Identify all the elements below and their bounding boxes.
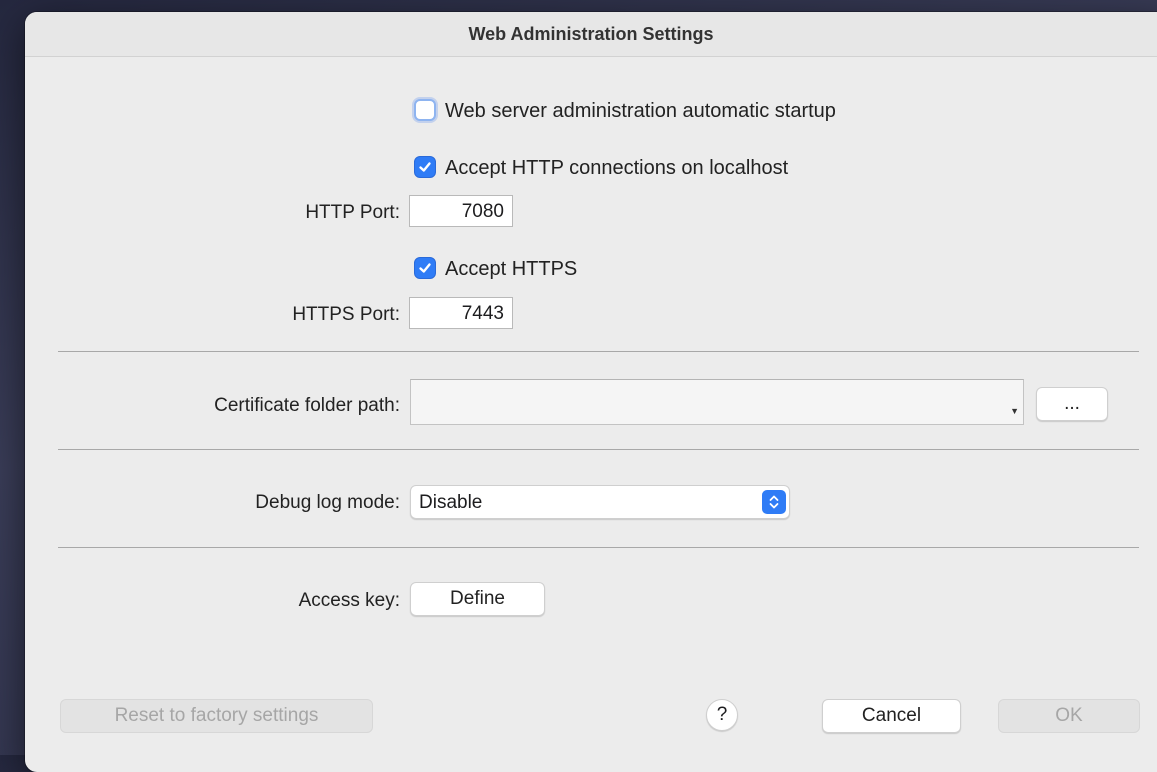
reset-factory-settings-button[interactable]: Reset to factory settings — [60, 699, 373, 733]
http-port-label: HTTP Port: — [305, 202, 400, 223]
separator — [58, 547, 1139, 548]
accept-https-label: Accept HTTPS — [445, 258, 578, 280]
ok-button[interactable]: OK — [998, 699, 1140, 733]
accept-http-checkbox[interactable] — [414, 156, 436, 178]
checkmark-icon — [419, 263, 431, 273]
certificate-path-label: Certificate folder path: — [214, 395, 400, 416]
accept-http-label: Accept HTTP connections on localhost — [445, 157, 789, 179]
checkmark-icon — [419, 162, 431, 172]
debug-log-mode-label: Debug log mode: — [255, 492, 400, 513]
debug-log-mode-select[interactable]: Disable — [410, 485, 790, 519]
debug-log-mode-value: Disable — [419, 492, 483, 513]
caret-down-icon[interactable]: ▼ — [1010, 406, 1019, 416]
browse-certificate-button[interactable]: ... — [1036, 387, 1108, 421]
access-key-label: Access key: — [298, 590, 400, 611]
window-title: Web Administration Settings — [468, 24, 714, 44]
help-button[interactable]: ? — [706, 699, 738, 731]
https-port-input[interactable]: 7443 — [409, 297, 513, 329]
certificate-path-combo[interactable]: ▼ — [410, 379, 1024, 425]
auto-startup-checkbox[interactable] — [414, 99, 436, 121]
up-down-chevron-icon[interactable] — [762, 490, 786, 514]
https-port-label: HTTPS Port: — [292, 304, 400, 325]
http-port-input[interactable]: 7080 — [409, 195, 513, 227]
define-access-key-button[interactable]: Define — [410, 582, 545, 616]
separator — [58, 351, 1139, 352]
auto-startup-label: Web server administration automatic star… — [445, 100, 836, 122]
separator — [58, 449, 1139, 450]
settings-window: Web Administration Settings Web server a… — [25, 12, 1157, 772]
accept-https-checkbox[interactable] — [414, 257, 436, 279]
cancel-button[interactable]: Cancel — [822, 699, 961, 733]
title-bar: Web Administration Settings — [25, 12, 1157, 57]
